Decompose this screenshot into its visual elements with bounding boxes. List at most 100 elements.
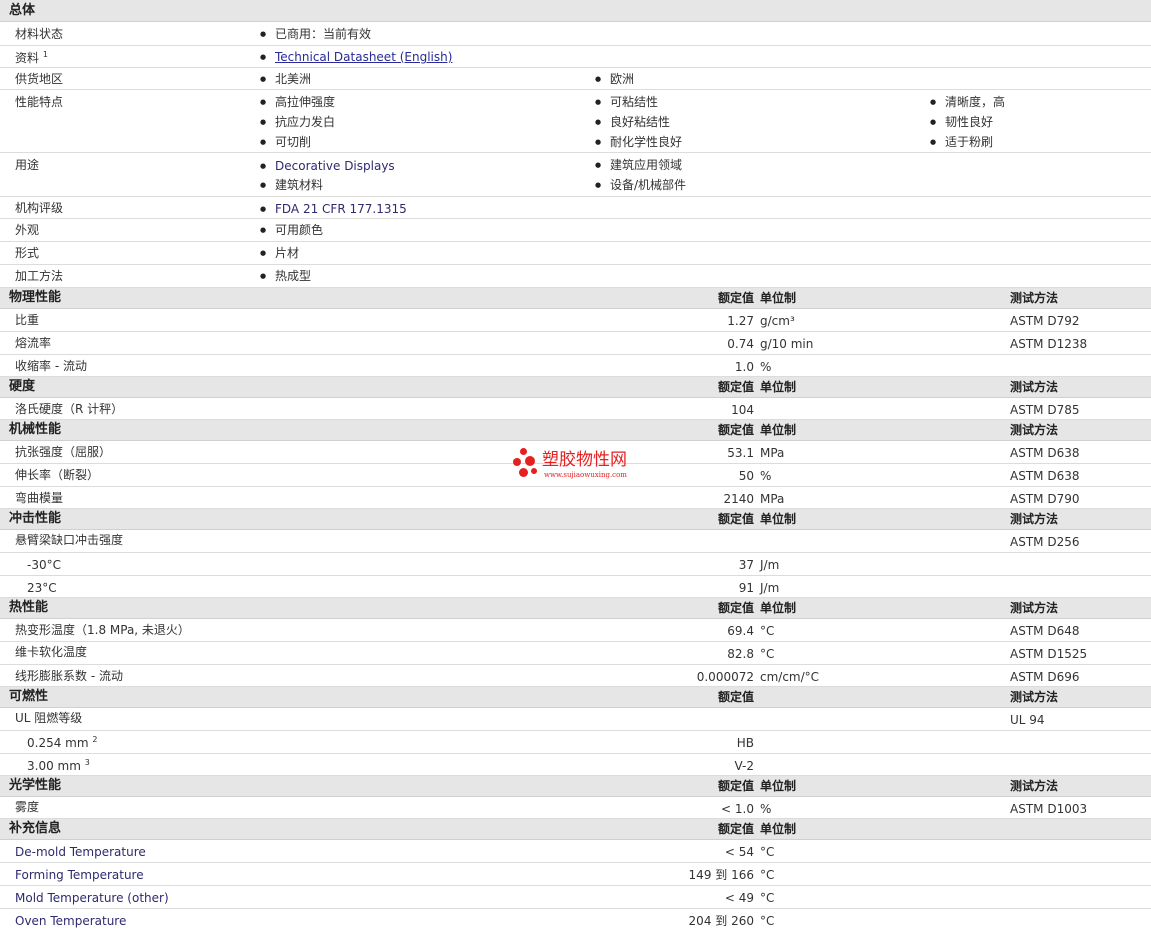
col-header-method: 测试方法 (1010, 779, 1059, 793)
list-item: 耐化学性良好 (595, 134, 682, 150)
row-method: ASTM D638 (1010, 469, 1080, 483)
form-value: 片材 (260, 245, 299, 261)
row-unit: J/m (760, 558, 780, 572)
table-row: Forming Temperature 149 到 166 °C (0, 863, 1151, 886)
table-row: 雾度 < 1.0 % ASTM D1003 (0, 797, 1151, 819)
row-unit: °C (760, 868, 775, 882)
row-label: 熔流率 (15, 336, 52, 350)
row-label: 供货地区 (15, 72, 64, 86)
row-label: 伸长率（断裂） (15, 468, 100, 482)
row-label: Oven Temperature (15, 914, 127, 928)
row-method: UL 94 (1010, 713, 1045, 727)
col-header-value: 额定值 (717, 822, 754, 836)
table-row: 23°C 91 J/m (0, 576, 1151, 598)
table-row: 线形膨胀系数 - 流动 0.000072 cm/cm/°C ASTM D696 (0, 665, 1151, 687)
row-label: Mold Temperature (other) (15, 891, 169, 905)
row-method: ASTM D648 (1010, 624, 1080, 638)
row-unit: cm/cm/°C (760, 670, 820, 684)
table-row: 收缩率 - 流动 1.0 % (0, 355, 1151, 377)
table-row: 热变形温度（1.8 MPa, 未退火） 69.4 °C ASTM D648 (0, 619, 1151, 642)
row-uses: 用途 Decorative Displays 建筑应用领域 建筑材料 设备/机械… (0, 153, 1151, 197)
section-header-general: 总体 (0, 0, 1151, 22)
row-label: 抗张强度（屈服） (15, 445, 112, 459)
row-unit: % (760, 469, 772, 483)
table-row: 悬臂梁缺口冲击强度 ASTM D256 (0, 530, 1151, 553)
rating-value: FDA 21 CFR 177.1315 (260, 201, 407, 217)
row-label: 资料 1 (15, 50, 48, 65)
row-label: 线形膨胀系数 - 流动 (15, 669, 123, 683)
list-item: 北美洲 (260, 71, 311, 87)
section-title: 机械性能 (9, 422, 62, 437)
list-item: 建筑应用领域 (595, 157, 682, 173)
row-method: ASTM D792 (1010, 314, 1080, 328)
row-label: 维卡软化温度 (15, 645, 88, 659)
row-value: 1.0 (734, 360, 754, 374)
col-header-value: 额定值 (717, 380, 754, 394)
section-title: 总体 (9, 3, 36, 18)
row-unit: MPa (760, 446, 785, 460)
row-method: ASTM D256 (1010, 535, 1080, 549)
col-header-value: 额定值 (717, 601, 754, 615)
row-unit: % (760, 802, 772, 816)
row-status: 材料状态 已商用：当前有效 (0, 22, 1151, 46)
datasheet-link[interactable]: Technical Datasheet (English) (260, 49, 452, 65)
watermark-logo: 塑胶物性网 www.sujiaowuxing.com (512, 446, 642, 486)
row-value: 37 (738, 558, 754, 572)
row-method: ASTM D785 (1010, 403, 1080, 417)
section-title: 热性能 (9, 600, 49, 615)
row-label: 热变形温度（1.8 MPa, 未退火） (15, 623, 190, 637)
row-label: 形式 (15, 246, 40, 260)
table-row: Mold Temperature (other) < 49 °C (0, 886, 1151, 909)
row-value: < 54 (724, 845, 754, 859)
list-item: 适于粉刷 (930, 134, 993, 150)
list-item: 抗应力发白 (260, 114, 335, 130)
list-item: 可切削 (260, 134, 311, 150)
table-row: UL 阻燃等级 UL 94 (0, 708, 1151, 731)
row-supply: 供货地区 北美洲 欧洲 (0, 68, 1151, 90)
section-title: 冲击性能 (9, 511, 62, 526)
row-method: ASTM D638 (1010, 446, 1080, 460)
row-docs: 资料 1 Technical Datasheet (English) (0, 46, 1151, 68)
row-unit: °C (760, 891, 775, 905)
col-header-method: 测试方法 (1010, 423, 1059, 437)
row-label: 性能特点 (15, 95, 64, 109)
row-value: 50 (738, 469, 754, 483)
list-item: 韧性良好 (930, 114, 993, 130)
col-header-value: 额定值 (717, 779, 754, 793)
row-label: 3.00 mm 3 (27, 758, 90, 773)
col-header-unit: 单位制 (760, 779, 797, 793)
list-item: 清晰度，高 (930, 94, 1005, 110)
row-label: 悬臂梁缺口冲击强度 (15, 533, 124, 547)
row-label: 机构评级 (15, 201, 64, 215)
list-item: 建筑材料 (260, 177, 323, 193)
section-header-hardness: 硬度 额定值 单位制 测试方法 (0, 377, 1151, 398)
list-item: 欧洲 (595, 71, 634, 87)
watermark-url: www.sujiaowuxing.com (544, 471, 627, 479)
col-header-method: 测试方法 (1010, 380, 1059, 394)
row-unit: °C (760, 647, 775, 661)
row-label: 弯曲模量 (15, 491, 64, 505)
section-header-flammability: 可燃性 额定值 测试方法 (0, 687, 1151, 708)
section-title: 可燃性 (9, 689, 49, 704)
row-unit: g/cm³ (760, 314, 795, 328)
row-value: < 49 (724, 891, 754, 905)
row-unit: % (760, 360, 772, 374)
col-header-method: 测试方法 (1010, 601, 1059, 615)
row-unit: J/m (760, 581, 780, 595)
table-row: 弯曲模量 2140 MPa ASTM D790 (0, 487, 1151, 509)
table-row: 比重 1.27 g/cm³ ASTM D792 (0, 309, 1151, 332)
row-rating: 机构评级 FDA 21 CFR 177.1315 (0, 197, 1151, 219)
col-header-unit: 单位制 (760, 380, 797, 394)
row-label: 0.254 mm 2 (27, 735, 98, 750)
list-item: 高拉伸强度 (260, 94, 335, 110)
row-value: 53.1 (727, 446, 754, 460)
list-item: Decorative Displays (260, 158, 395, 174)
row-value: 149 到 166 (688, 868, 754, 882)
col-header-value: 额定值 (717, 512, 754, 526)
table-row: -30°C 37 J/m (0, 553, 1151, 576)
col-header-value: 额定值 (717, 291, 754, 305)
table-row: 0.254 mm 2 HB (0, 731, 1151, 754)
row-label: UL 阻燃等级 (15, 711, 83, 725)
col-header-unit: 单位制 (760, 512, 797, 526)
row-value: 2140 (723, 492, 754, 506)
